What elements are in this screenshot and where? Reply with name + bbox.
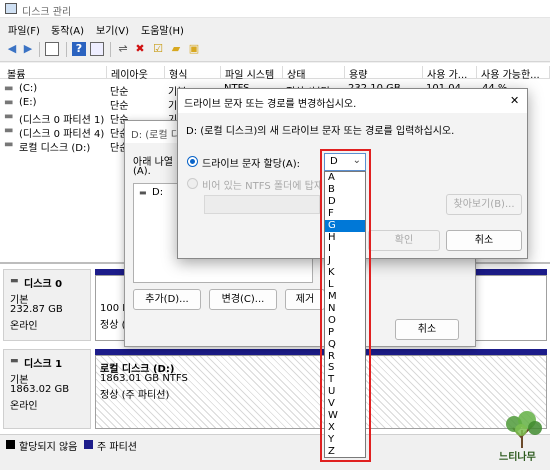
cancel-button[interactable]: 취소	[446, 230, 522, 251]
menu-file[interactable]: 파일(F)	[8, 22, 40, 37]
dialog-header: 드라이브 문자 또는 경로를 변경하십시오. ✕	[178, 89, 527, 113]
disk-size: 232.87 GB	[10, 304, 63, 315]
volume-icon: ▬	[4, 97, 14, 108]
mount-folder-radio[interactable]	[187, 178, 198, 189]
assign-letter-label: 드라이브 문자 할당(A):	[202, 159, 300, 170]
disk-icon: ▬	[10, 276, 19, 286]
window-title: 디스크 관리	[22, 7, 72, 18]
disk-0-header[interactable]: ▬ 디스크 0 기본 232.87 GB 온라인	[3, 269, 91, 341]
disk-size: 1863.02 GB	[10, 384, 70, 395]
cancel-button[interactable]: 취소	[395, 319, 459, 340]
annotation-highlight-box	[320, 149, 371, 462]
col-free-pct[interactable]: 사용 가능한...	[477, 66, 550, 79]
menu-bar: 파일(F) 동작(A) 보기(V) 도움말(H)	[0, 18, 550, 38]
legend-unallocated: 할당되지 않음	[19, 442, 78, 453]
disk-label: 디스크 1	[24, 359, 63, 370]
delete-icon[interactable]: ✖	[133, 42, 147, 56]
volume-name: (E:)	[19, 97, 37, 108]
drive-icon: ▬	[139, 188, 147, 197]
volume-name: 로컬 디스크 (D:)	[19, 143, 91, 154]
menu-view[interactable]: 보기(V)	[96, 22, 129, 37]
watermark-logo: 느티나무	[497, 408, 547, 464]
watermark-text: 느티나무	[499, 452, 536, 463]
close-icon[interactable]: ✕	[510, 94, 519, 107]
primary-swatch	[84, 440, 93, 449]
list-view-icon[interactable]	[45, 42, 59, 56]
legend: 할당되지 않음 주 파티션	[0, 434, 550, 470]
disk-1-header[interactable]: ▬ 디스크 1 기본 1863.02 GB 온라인	[3, 349, 91, 429]
unallocated-swatch	[6, 440, 15, 449]
back-icon[interactable]: ◀	[5, 42, 19, 56]
volume-icon: ▬	[4, 83, 14, 94]
col-volume[interactable]: 볼륨	[3, 66, 107, 79]
change-button[interactable]: 변경(C)...	[209, 289, 277, 310]
col-capacity[interactable]: 용량	[345, 66, 423, 79]
mount-folder-label: 비어 있는 NTFS 폴더에 탑재	[202, 181, 324, 192]
volume-name: (C:)	[19, 83, 38, 94]
help-icon[interactable]: ?	[72, 42, 86, 56]
col-filesystem[interactable]: 파일 시스템	[221, 66, 283, 79]
legend-primary: 주 파티션	[97, 442, 137, 453]
open-folder-icon[interactable]: ▰	[169, 42, 183, 56]
disk-state: 온라인	[10, 321, 38, 332]
check-icon[interactable]: ☑	[151, 42, 165, 56]
connect-icon[interactable]: ⇌	[116, 42, 130, 56]
col-status[interactable]: 상태	[283, 66, 345, 79]
menu-action[interactable]: 동작(A)	[51, 22, 84, 37]
volume-icon: ▬	[4, 139, 14, 150]
explore-icon[interactable]: ▣	[187, 42, 201, 56]
disk-state: 온라인	[10, 401, 38, 412]
disk-label: 디스크 0	[24, 279, 63, 290]
browse-button[interactable]: 찾아보기(B)...	[446, 194, 522, 215]
dialog-title: 드라이브 문자 또는 경로를 변경하십시오.	[184, 99, 357, 110]
add-button[interactable]: 추가(D)...	[133, 289, 201, 310]
menu-help[interactable]: 도움말(H)	[141, 22, 184, 37]
volume-icon: ▬	[4, 125, 14, 136]
dialog-description-2: (A).	[133, 166, 151, 177]
ok-button[interactable]: 확인	[368, 230, 440, 251]
disk-icon: ▬	[10, 356, 19, 366]
remove-button[interactable]: 제거	[285, 289, 325, 310]
volume-icon: ▬	[4, 111, 14, 122]
disk-management-icon	[5, 3, 17, 14]
col-type[interactable]: 형식	[165, 66, 221, 79]
properties-icon[interactable]	[90, 42, 104, 56]
assign-letter-radio[interactable]	[187, 156, 198, 167]
dialog-prompt: D: (로컬 디스크)의 새 드라이브 문자 또는 경로를 입력하십시오.	[186, 126, 455, 137]
toolbar: ◀ ▶ ? ⇌ ✖ ☑ ▰ ▣	[0, 38, 550, 62]
partition-status: 정상 (	[100, 320, 126, 331]
partition-status: 정상 (주 파티션)	[100, 390, 170, 401]
mount-path-input[interactable]	[204, 195, 320, 214]
forward-icon[interactable]: ▶	[21, 42, 35, 56]
volume-list-header: 볼륨 레이아웃 형식 파일 시스템 상태 용량 사용 가... 사용 가능한..…	[0, 63, 550, 79]
col-layout[interactable]: 레이아웃	[107, 66, 165, 79]
partition-size: 1863.01 GB NTFS	[100, 373, 188, 384]
window-titlebar: 디스크 관리	[0, 0, 550, 18]
list-item[interactable]: D:	[152, 187, 163, 198]
col-free[interactable]: 사용 가...	[423, 66, 477, 79]
